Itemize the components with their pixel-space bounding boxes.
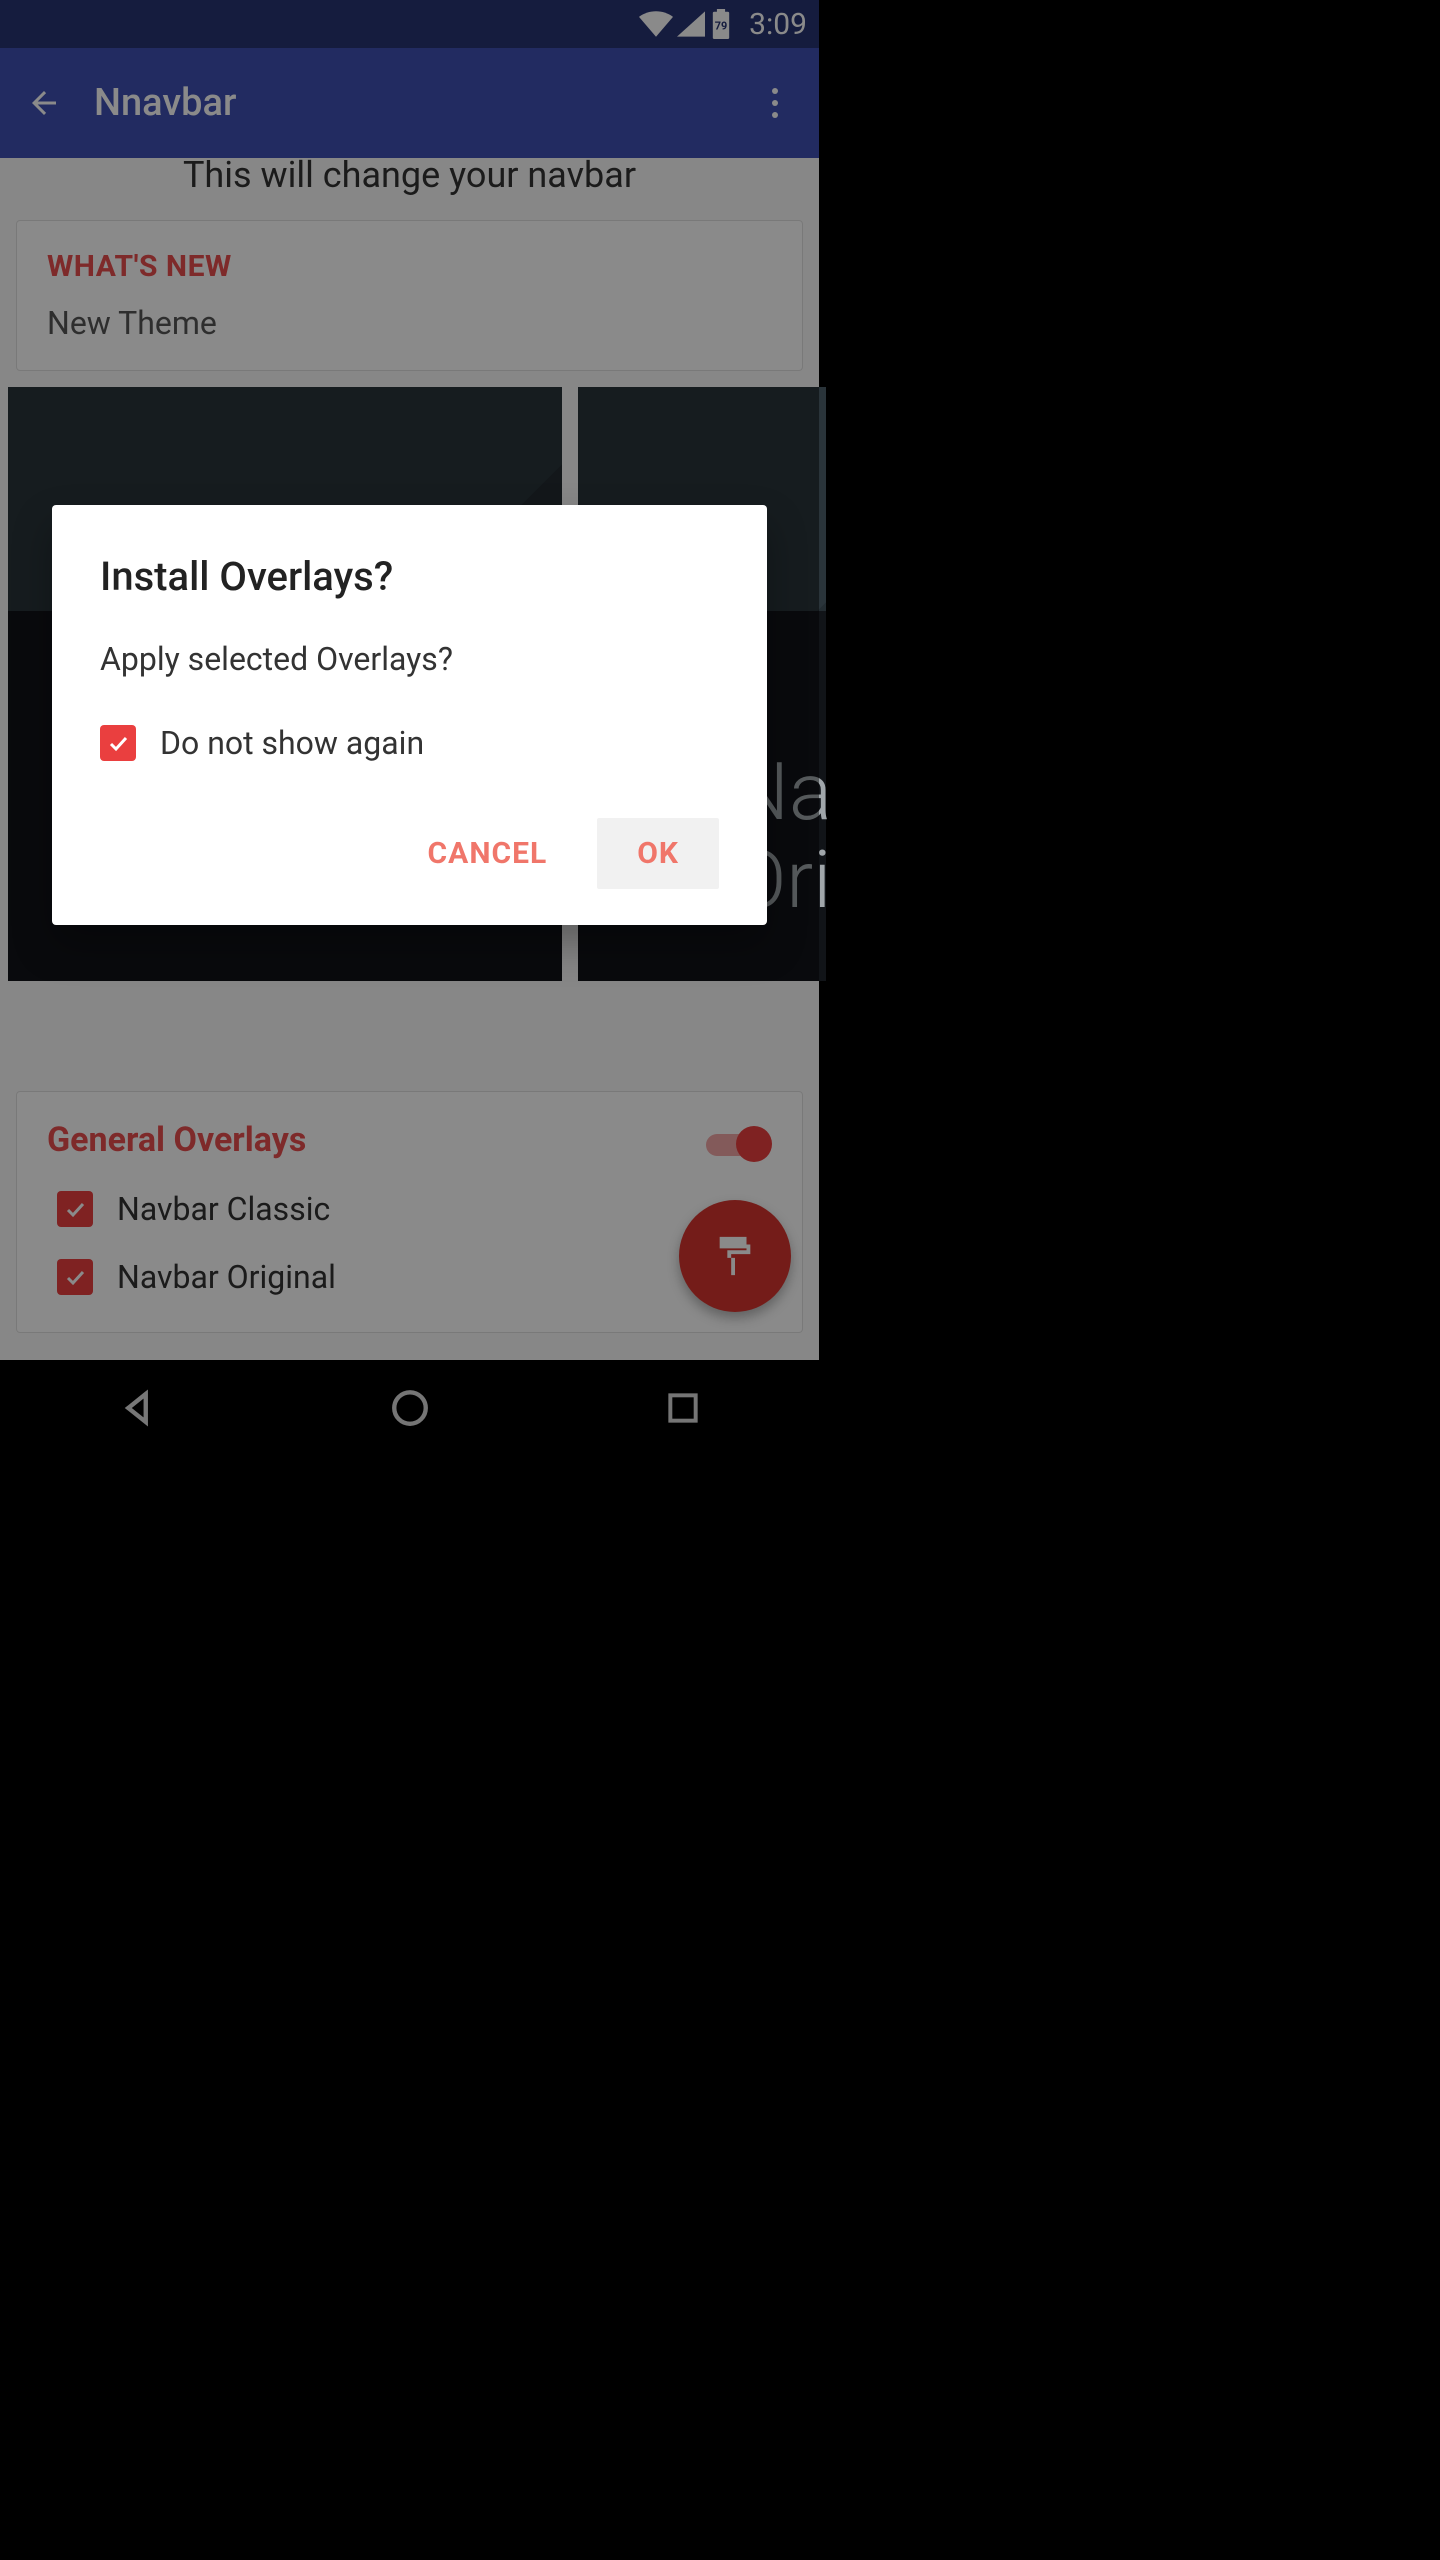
dialog-checkbox-label: Do not show again xyxy=(160,724,424,762)
dialog-checkbox-row[interactable]: Do not show again xyxy=(100,724,719,762)
ok-button[interactable]: OK xyxy=(597,818,719,889)
checkbox-icon[interactable] xyxy=(100,725,136,761)
install-overlays-dialog: Install Overlays? Apply selected Overlay… xyxy=(52,505,767,925)
dialog-title: Install Overlays? xyxy=(100,553,719,600)
cancel-button[interactable]: CANCEL xyxy=(406,818,570,889)
dialog-message: Apply selected Overlays? xyxy=(100,640,719,678)
